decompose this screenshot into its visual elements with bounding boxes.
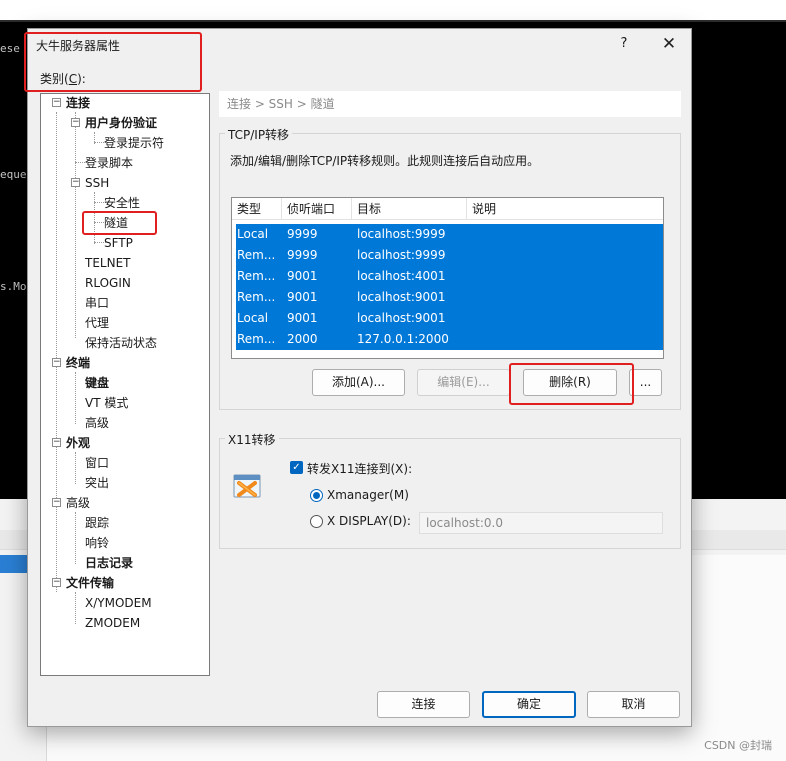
- tree-item-user-auth[interactable]: 用户身份验证: [85, 114, 157, 132]
- table-row[interactable]: Rem... 9001 localhost:4001: [236, 266, 663, 287]
- tree-item-security[interactable]: 安全性: [104, 194, 140, 212]
- tree-item-terminal-advanced[interactable]: 高级: [85, 414, 109, 432]
- column-note[interactable]: 说明: [467, 198, 663, 220]
- tree-item-keepalive[interactable]: 保持活动状态: [85, 334, 157, 352]
- collapse-icon[interactable]: −: [52, 578, 61, 587]
- tree-line: [75, 452, 76, 484]
- tree-item-window[interactable]: 窗口: [85, 454, 109, 472]
- annotation-box-title: [24, 32, 202, 92]
- tree-line: [75, 592, 76, 624]
- category-tree[interactable]: − − − − − − − 连接 用户身份验证 登录提示符 登录脚本 SSH 安…: [40, 93, 210, 676]
- tcpip-description: 添加/编辑/删除TCP/IP转移规则。此规则连接后自动应用。: [230, 154, 540, 168]
- table-row[interactable]: Local 9999 localhost:9999: [236, 224, 663, 245]
- tree-item-login-prompt[interactable]: 登录提示符: [104, 134, 164, 152]
- watermark: CSDN @封瑞: [704, 739, 772, 752]
- collapse-icon[interactable]: −: [52, 358, 61, 367]
- tree-line: [75, 512, 76, 564]
- collapse-icon[interactable]: −: [52, 438, 61, 447]
- column-target[interactable]: 目标: [352, 198, 467, 220]
- column-listen-port[interactable]: 侦听端口: [282, 198, 352, 220]
- close-icon: ✕: [661, 34, 677, 54]
- background-selected-item: [0, 555, 27, 573]
- table-row[interactable]: Rem... 2000 127.0.0.1:2000: [236, 329, 663, 350]
- x11-display-icon: [233, 474, 261, 498]
- terminal-line: s.Mo: [0, 280, 27, 293]
- cancel-button[interactable]: 取消: [587, 691, 680, 718]
- x11-group-title: X11转移: [225, 431, 279, 448]
- connect-button[interactable]: 连接: [377, 691, 470, 718]
- annotation-box-tunnel: [82, 211, 157, 235]
- forward-x11-checkbox[interactable]: ✓: [290, 461, 303, 474]
- table-row[interactable]: Rem... 9999 localhost:9999: [236, 245, 663, 266]
- tree-item-rlogin[interactable]: RLOGIN: [85, 274, 131, 292]
- collapse-icon[interactable]: −: [71, 118, 80, 127]
- tree-item-trace[interactable]: 跟踪: [85, 514, 109, 532]
- tree-item-logging[interactable]: 日志记录: [85, 554, 133, 572]
- column-type[interactable]: 类型: [232, 198, 282, 220]
- edit-button[interactable]: 编辑(E)...: [417, 369, 510, 396]
- close-button[interactable]: ✕: [656, 32, 682, 56]
- collapse-icon[interactable]: −: [52, 498, 61, 507]
- tree-item-login-script[interactable]: 登录脚本: [85, 154, 133, 172]
- xmanager-radio[interactable]: [310, 489, 323, 502]
- xdisplay-radio[interactable]: [310, 515, 323, 528]
- tree-item-vt-mode[interactable]: VT 模式: [85, 394, 128, 412]
- table-row[interactable]: Rem... 9001 localhost:9001: [236, 287, 663, 308]
- terminal-line: ese: [0, 42, 20, 55]
- tree-line: [75, 372, 76, 424]
- tree-item-zmodem[interactable]: ZMODEM: [85, 614, 140, 632]
- tree-line: [56, 112, 57, 592]
- terminal-line: eque: [0, 168, 27, 181]
- tree-item-highlight[interactable]: 突出: [85, 474, 109, 492]
- tree-item-xymodem[interactable]: X/YMODEM: [85, 594, 152, 612]
- add-button[interactable]: 添加(A)...: [312, 369, 405, 396]
- background-titlebar: [0, 0, 786, 22]
- tree-item-advanced[interactable]: 高级: [66, 494, 90, 512]
- tree-item-ssh[interactable]: SSH: [85, 174, 109, 192]
- annotation-box-delete: [509, 363, 634, 405]
- forwarding-rules-list[interactable]: 类型 侦听端口 目标 说明 Local 9999 localhost:9999 …: [231, 197, 664, 359]
- xdisplay-radio-label[interactable]: X DISPLAY(D):: [327, 514, 411, 528]
- table-row[interactable]: Local 9001 localhost:9001: [236, 308, 663, 329]
- help-button[interactable]: ?: [613, 33, 635, 55]
- tree-item-telnet[interactable]: TELNET: [85, 254, 131, 272]
- tree-item-appearance[interactable]: 外观: [66, 434, 90, 452]
- collapse-icon[interactable]: −: [71, 178, 80, 187]
- tree-item-bell[interactable]: 响铃: [85, 534, 109, 552]
- tree-item-sftp[interactable]: SFTP: [104, 234, 133, 252]
- tree-item-connection[interactable]: 连接: [66, 94, 90, 112]
- breadcrumb: 连接 > SSH > 隧道: [219, 91, 681, 117]
- list-header: 类型 侦听端口 目标 说明: [232, 198, 663, 220]
- xmanager-radio-label[interactable]: Xmanager(M): [327, 488, 409, 502]
- ok-button[interactable]: 确定: [482, 691, 576, 718]
- tcpip-group-title: TCP/IP转移: [225, 126, 293, 143]
- xdisplay-input[interactable]: localhost:0.0: [419, 512, 663, 534]
- tree-item-file-transfer[interactable]: 文件传输: [66, 574, 114, 592]
- tree-item-keyboard[interactable]: 键盘: [85, 374, 109, 392]
- tree-item-terminal[interactable]: 终端: [66, 354, 90, 372]
- tree-line: [75, 112, 76, 338]
- collapse-icon[interactable]: −: [52, 98, 61, 107]
- tree-item-serial[interactable]: 串口: [85, 294, 109, 312]
- forward-x11-label[interactable]: 转发X11连接到(X):: [307, 460, 412, 477]
- tree-item-proxy[interactable]: 代理: [85, 314, 109, 332]
